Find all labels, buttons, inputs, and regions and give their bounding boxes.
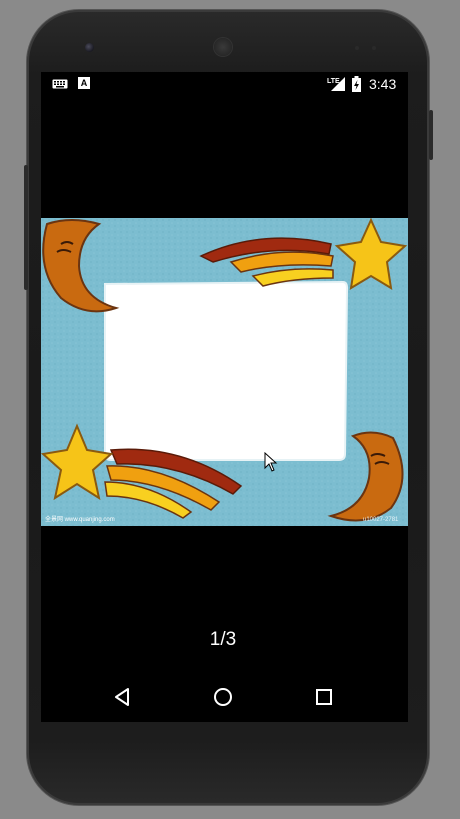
network-label: LTE <box>327 78 340 85</box>
lte-signal-icon: LTE <box>327 77 345 91</box>
white-photo-frame-area <box>104 280 349 461</box>
light-sensor <box>372 46 376 50</box>
status-bar: A LTE 3:43 <box>41 72 408 96</box>
volume-rocker[interactable] <box>24 165 28 290</box>
recents-icon[interactable] <box>309 682 339 712</box>
gallery-image[interactable]: 全景网 www.quanjing.com u10027-2781 <box>41 218 408 526</box>
keyboard-icon <box>52 79 68 89</box>
page-counter: 1/3 <box>209 629 237 650</box>
battery-charging-icon <box>352 76 361 92</box>
status-clock: 3:43 <box>369 76 397 92</box>
earpiece-speaker <box>214 38 232 56</box>
watermark-left: 全景网 www.quanjing.com <box>45 515 115 523</box>
navigation-bar <box>41 672 408 722</box>
home-icon[interactable] <box>208 682 238 712</box>
device-screen: A LTE 3:43 全景网 www.quanjing.com u10027-2… <box>41 72 408 722</box>
power-button[interactable] <box>429 110 433 160</box>
front-camera <box>85 43 94 52</box>
mouse-pointer-icon <box>264 452 278 472</box>
a-letter-icon: A <box>78 77 90 89</box>
proximity-sensor <box>355 46 359 50</box>
back-icon[interactable] <box>108 682 138 712</box>
watermark-right: u10027-2781 <box>363 517 399 523</box>
